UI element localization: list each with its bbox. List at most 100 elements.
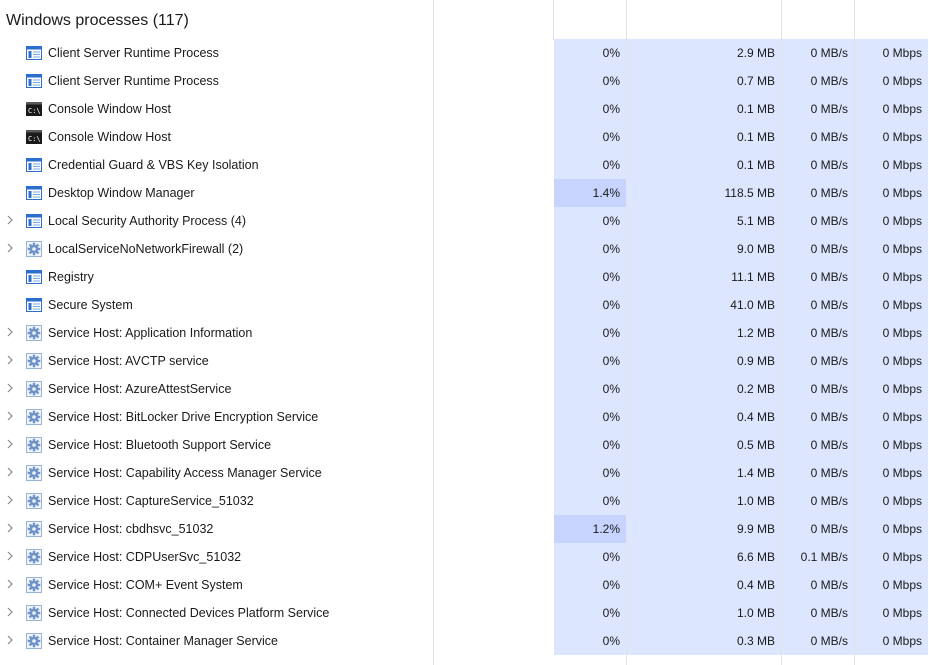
network-value: 0 Mbps bbox=[855, 543, 928, 571]
cpu-value: 0% bbox=[554, 291, 626, 319]
expand-chevron-icon[interactable] bbox=[6, 579, 16, 591]
network-value: 0 Mbps bbox=[855, 375, 928, 403]
network-value: 0 Mbps bbox=[855, 95, 928, 123]
process-row[interactable]: LocalServiceNoNetworkFirewall (2) 0% 9.0 M… bbox=[0, 235, 929, 263]
process-name: Service Host: AVCTP service bbox=[48, 354, 209, 368]
process-row[interactable]: Service Host: Container Manager Service 0… bbox=[0, 627, 929, 655]
network-value: 0 Mbps bbox=[855, 67, 928, 95]
network-value: 0 Mbps bbox=[855, 627, 928, 655]
expand-chevron-icon[interactable] bbox=[6, 467, 16, 479]
process-row[interactable]: Service Host: AVCTP service 0% 0.9 MB 0 MB/… bbox=[0, 347, 929, 375]
process-name: Service Host: BitLocker Drive Encryption… bbox=[48, 410, 319, 424]
memory-value: 0.4 MB bbox=[627, 403, 781, 431]
expand-chevron-icon[interactable] bbox=[6, 551, 16, 563]
cpu-value: 1.4% bbox=[554, 179, 626, 207]
expand-chevron-icon[interactable] bbox=[6, 383, 16, 395]
network-value: 0 Mbps bbox=[855, 39, 928, 67]
network-value: 0 Mbps bbox=[855, 599, 928, 627]
network-value: 0 Mbps bbox=[855, 347, 928, 375]
disk-value: 0 MB/s bbox=[782, 235, 854, 263]
network-value: 0 Mbps bbox=[855, 515, 928, 543]
gear-icon bbox=[26, 577, 42, 593]
memory-value: 1.0 MB bbox=[627, 487, 781, 515]
disk-value: 0 MB/s bbox=[782, 291, 854, 319]
memory-value: 1.4 MB bbox=[627, 459, 781, 487]
process-name: LocalServiceNoNetworkFirewall (2) bbox=[48, 242, 244, 256]
process-row[interactable]: Service Host: Bluetooth Support Service 0… bbox=[0, 431, 929, 459]
process-row[interactable]: Service Host: BitLocker Drive Encryption… bbox=[0, 403, 929, 431]
process-row[interactable]: C:\ Console Window Host 0% 0.1 MB 0 MB/s 0 Mb… bbox=[0, 123, 929, 151]
process-name: Console Window Host bbox=[48, 102, 171, 116]
process-row[interactable]: Client Server Runtime Process 0% 0.7 MB 0 M… bbox=[0, 67, 929, 95]
disk-value: 0 MB/s bbox=[782, 319, 854, 347]
expand-chevron-icon[interactable] bbox=[6, 355, 16, 367]
console-icon: C:\ bbox=[26, 102, 42, 116]
expand-chevron-icon[interactable] bbox=[6, 327, 16, 339]
process-row[interactable]: Service Host: Application Information 0% 1… bbox=[0, 319, 929, 347]
cpu-value: 0% bbox=[554, 403, 626, 431]
process-row[interactable]: Service Host: COM+ Event System 0% 0.4 MB 0… bbox=[0, 571, 929, 599]
expand-chevron-icon[interactable] bbox=[6, 215, 16, 227]
process-row[interactable]: Secure System 0% 41.0 MB 0 MB/s 0 Mbps bbox=[0, 291, 929, 319]
process-name: Service Host: Container Manager Service bbox=[48, 634, 278, 648]
expand-chevron-icon[interactable] bbox=[6, 439, 16, 451]
group-header: Windows processes (117) bbox=[0, 0, 929, 40]
process-name: Service Host: Connected Devices Platform… bbox=[48, 606, 330, 620]
disk-value: 0 MB/s bbox=[782, 571, 854, 599]
process-row[interactable]: Client Server Runtime Process 0% 2.9 MB 0 M… bbox=[0, 39, 929, 67]
disk-value: 0 MB/s bbox=[782, 515, 854, 543]
disk-value: 0 MB/s bbox=[782, 627, 854, 655]
process-row[interactable]: Service Host: CDPUserSvc_51032 0% 6.6 MB 0.… bbox=[0, 543, 929, 571]
disk-value: 0 MB/s bbox=[782, 375, 854, 403]
memory-value: 11.1 MB bbox=[627, 263, 781, 291]
process-name: Service Host: Capability Access Manager … bbox=[48, 466, 322, 480]
process-name: Secure System bbox=[48, 298, 133, 312]
window-process-icon bbox=[26, 46, 42, 60]
disk-value: 0 MB/s bbox=[782, 179, 854, 207]
window-process-icon bbox=[26, 158, 42, 172]
memory-value: 9.9 MB bbox=[627, 515, 781, 543]
cpu-value: 0% bbox=[554, 459, 626, 487]
process-name: Service Host: AzureAttestService bbox=[48, 382, 232, 396]
process-name: Local Security Authority Process (4) bbox=[48, 214, 246, 228]
process-row[interactable]: Service Host: cbdhsvc_51032 1.2% 9.9 MB 0 M… bbox=[0, 515, 929, 543]
expand-chevron-icon[interactable] bbox=[6, 243, 16, 255]
cpu-value: 1.2% bbox=[554, 515, 626, 543]
disk-value: 0 MB/s bbox=[782, 403, 854, 431]
network-value: 0 Mbps bbox=[855, 263, 928, 291]
window-process-icon bbox=[26, 270, 42, 284]
cpu-value: 0% bbox=[554, 375, 626, 403]
process-name: Service Host: COM+ Event System bbox=[48, 578, 243, 592]
memory-value: 0.9 MB bbox=[627, 347, 781, 375]
process-name: Service Host: CaptureService_51032 bbox=[48, 494, 254, 508]
process-row[interactable]: Service Host: AzureAttestService 0% 0.2 MB… bbox=[0, 375, 929, 403]
expand-chevron-icon[interactable] bbox=[6, 523, 16, 535]
gear-icon bbox=[26, 633, 42, 649]
process-row[interactable]: C:\ Console Window Host 0% 0.1 MB 0 MB/s 0 Mb… bbox=[0, 95, 929, 123]
memory-value: 118.5 MB bbox=[627, 179, 781, 207]
memory-value: 2.9 MB bbox=[627, 39, 781, 67]
cpu-value: 0% bbox=[554, 319, 626, 347]
memory-value: 0.1 MB bbox=[627, 95, 781, 123]
process-name: Desktop Window Manager bbox=[48, 186, 195, 200]
memory-value: 9.0 MB bbox=[627, 235, 781, 263]
header-cell-disk bbox=[782, 0, 854, 40]
process-row[interactable]: Service Host: Connected Devices Platform… bbox=[0, 599, 929, 627]
gear-icon bbox=[26, 465, 42, 481]
expand-chevron-icon[interactable] bbox=[6, 495, 16, 507]
process-row[interactable]: Credential Guard & VBS Key Isolation 0% 0.… bbox=[0, 151, 929, 179]
process-name: Client Server Runtime Process bbox=[48, 74, 219, 88]
gear-icon bbox=[26, 521, 42, 537]
disk-value: 0 MB/s bbox=[782, 123, 854, 151]
cpu-value: 0% bbox=[554, 123, 626, 151]
process-row[interactable]: Desktop Window Manager 1.4% 118.5 MB 0 MB/s… bbox=[0, 179, 929, 207]
process-row[interactable]: Registry 0% 11.1 MB 0 MB/s 0 Mbps bbox=[0, 263, 929, 291]
process-row[interactable]: Local Security Authority Process (4) 0% 5.… bbox=[0, 207, 929, 235]
process-row[interactable]: Service Host: CaptureService_51032 0% 1.0 … bbox=[0, 487, 929, 515]
process-row[interactable]: Service Host: Capability Access Manager … bbox=[0, 459, 929, 487]
network-value: 0 Mbps bbox=[855, 403, 928, 431]
expand-chevron-icon[interactable] bbox=[6, 635, 16, 647]
process-name: Credential Guard & VBS Key Isolation bbox=[48, 158, 259, 172]
expand-chevron-icon[interactable] bbox=[6, 607, 16, 619]
expand-chevron-icon[interactable] bbox=[6, 411, 16, 423]
